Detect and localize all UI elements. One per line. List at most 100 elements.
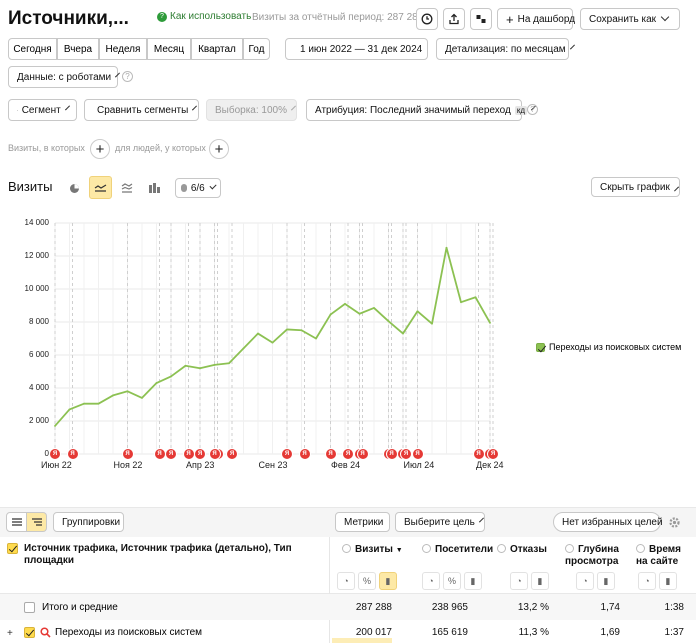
percent-view-icon[interactable]: % bbox=[443, 572, 461, 590]
choose-goal-dropdown[interactable]: Выберите цель bbox=[395, 512, 485, 532]
history-button[interactable] bbox=[416, 8, 438, 30]
no-favorite-goals-button[interactable]: Нет избранных целей bbox=[553, 512, 663, 532]
data-point[interactable] bbox=[300, 329, 303, 332]
bar-chart-toggle[interactable] bbox=[144, 178, 164, 198]
data-point[interactable] bbox=[199, 367, 201, 370]
data-point[interactable] bbox=[213, 364, 216, 366]
data-point[interactable] bbox=[126, 390, 129, 393]
sample-dropdown[interactable]: Выборка: 100% bbox=[206, 99, 297, 121]
data-point[interactable] bbox=[257, 332, 259, 335]
period-button-1[interactable]: Вчера bbox=[57, 38, 99, 60]
pie-chart-toggle[interactable] bbox=[64, 178, 84, 198]
data-point[interactable] bbox=[97, 402, 100, 405]
annotation-marker[interactable]: Я bbox=[386, 449, 397, 459]
tree-view-toggle[interactable] bbox=[27, 512, 47, 532]
col-header-visitors[interactable]: Посетители bbox=[422, 544, 493, 556]
add-people-filter-button[interactable]: + bbox=[209, 139, 229, 159]
data-point[interactable] bbox=[286, 328, 288, 331]
pie-view-icon[interactable]: ◔ bbox=[337, 572, 355, 590]
col-header-bounces[interactable]: Отказы bbox=[497, 544, 547, 556]
annotation-marker[interactable]: Я bbox=[195, 449, 205, 459]
pie-view-icon[interactable]: ◔ bbox=[510, 572, 528, 590]
col-header-depth[interactable]: Глубина просмотра bbox=[565, 544, 623, 568]
pie-view-icon[interactable]: ◔ bbox=[576, 572, 594, 590]
groupings-button[interactable]: Группировки bbox=[53, 512, 124, 532]
data-point[interactable] bbox=[431, 322, 433, 325]
hide-chart-button[interactable]: Скрыть график bbox=[591, 177, 680, 197]
annotation-marker[interactable]: Я bbox=[343, 449, 353, 459]
flat-view-toggle[interactable] bbox=[6, 512, 27, 532]
data-point[interactable] bbox=[112, 394, 114, 397]
add-visit-filter-button[interactable]: + bbox=[90, 139, 110, 159]
data-point[interactable] bbox=[54, 425, 56, 427]
data-point[interactable] bbox=[344, 302, 346, 305]
segment-dropdown[interactable]: Сегмент bbox=[8, 99, 77, 121]
data-point[interactable] bbox=[155, 382, 158, 384]
data-point[interactable] bbox=[474, 296, 477, 299]
data-point[interactable] bbox=[184, 364, 187, 367]
data-point[interactable] bbox=[228, 362, 230, 365]
annotation-marker[interactable]: Я bbox=[282, 449, 292, 459]
data-point[interactable] bbox=[68, 408, 71, 411]
bar-view-icon[interactable]: ▮ bbox=[379, 572, 397, 590]
expand-icon[interactable]: + bbox=[7, 628, 13, 639]
metrics-button[interactable]: Метрики bbox=[335, 512, 390, 532]
select-all-checkbox[interactable] bbox=[7, 543, 18, 554]
annotation-marker[interactable]: Я bbox=[166, 449, 176, 459]
chart-legend[interactable]: Переходы из поисковых систем bbox=[536, 342, 681, 352]
data-point[interactable] bbox=[315, 337, 317, 340]
api-button[interactable] bbox=[470, 8, 492, 30]
line-chart-toggle[interactable] bbox=[89, 176, 112, 199]
to-dashboard-button[interactable]: + На дашборд bbox=[497, 8, 575, 30]
annotation-marker[interactable]: Я bbox=[299, 449, 310, 459]
row-checkbox[interactable] bbox=[24, 627, 35, 638]
gear-icon[interactable] bbox=[668, 516, 681, 529]
annotation-marker[interactable]: Я bbox=[227, 449, 237, 459]
col-header-visits[interactable]: Визиты ▼ bbox=[342, 544, 403, 557]
data-point[interactable] bbox=[242, 347, 245, 350]
annotation-marker[interactable]: Я bbox=[401, 449, 411, 459]
pie-view-icon[interactable]: ◔ bbox=[638, 572, 656, 590]
data-filter-dropdown[interactable]: Данные: с роботами bbox=[8, 66, 121, 88]
help-icon[interactable]: ? bbox=[527, 104, 538, 115]
data-point[interactable] bbox=[460, 301, 462, 304]
series-counter-dropdown[interactable]: 6/6 bbox=[175, 178, 221, 198]
area-chart-toggle[interactable] bbox=[117, 178, 137, 198]
annotation-marker[interactable]: Я bbox=[473, 449, 484, 459]
annotation-marker[interactable]: Я bbox=[488, 449, 498, 459]
data-point[interactable] bbox=[83, 402, 85, 405]
data-point[interactable] bbox=[329, 313, 332, 316]
date-range-picker[interactable]: 1 июн 2022 — 31 дек 2024 bbox=[285, 38, 428, 60]
annotation-marker[interactable]: Я bbox=[122, 449, 133, 459]
attribution-dropdown[interactable]: Атрибуция: Последний значимый переход кд bbox=[306, 99, 536, 121]
period-button-0[interactable]: Сегодня bbox=[8, 38, 57, 60]
data-point[interactable] bbox=[489, 321, 491, 324]
annotation-marker[interactable]: Я bbox=[412, 449, 423, 459]
annotation-marker[interactable]: Я bbox=[50, 449, 60, 459]
data-point[interactable] bbox=[416, 310, 419, 313]
legend-checkbox[interactable] bbox=[536, 342, 545, 352]
data-point[interactable] bbox=[402, 332, 404, 335]
data-point[interactable] bbox=[141, 397, 143, 399]
col-header-time[interactable]: Время на сайте bbox=[636, 544, 694, 568]
bar-view-icon[interactable]: ▮ bbox=[531, 572, 549, 590]
annotation-marker[interactable]: Я bbox=[357, 449, 368, 459]
pie-view-icon[interactable]: ◔ bbox=[422, 572, 440, 590]
data-point[interactable] bbox=[170, 375, 172, 378]
percent-view-icon[interactable]: % bbox=[358, 572, 376, 590]
data-point[interactable] bbox=[271, 341, 274, 344]
annotation-marker[interactable]: Я bbox=[67, 449, 78, 459]
bar-view-icon[interactable]: ▮ bbox=[659, 572, 677, 590]
bar-view-icon[interactable]: ▮ bbox=[464, 572, 482, 590]
detail-dropdown[interactable]: Детализация: по месяцам bbox=[436, 38, 575, 60]
bar-view-icon[interactable]: ▮ bbox=[597, 572, 615, 590]
compare-segments-dropdown[interactable]: Сравнить сегменты bbox=[84, 99, 199, 121]
data-point[interactable] bbox=[358, 312, 361, 315]
export-button[interactable] bbox=[443, 8, 465, 30]
data-point[interactable] bbox=[445, 246, 448, 249]
annotation-marker[interactable]: Я bbox=[325, 449, 336, 459]
period-button-5[interactable]: Год bbox=[243, 38, 270, 60]
data-point[interactable] bbox=[387, 320, 390, 323]
annotation-marker[interactable]: Я bbox=[154, 449, 165, 459]
annotation-marker[interactable]: Я bbox=[183, 449, 194, 459]
